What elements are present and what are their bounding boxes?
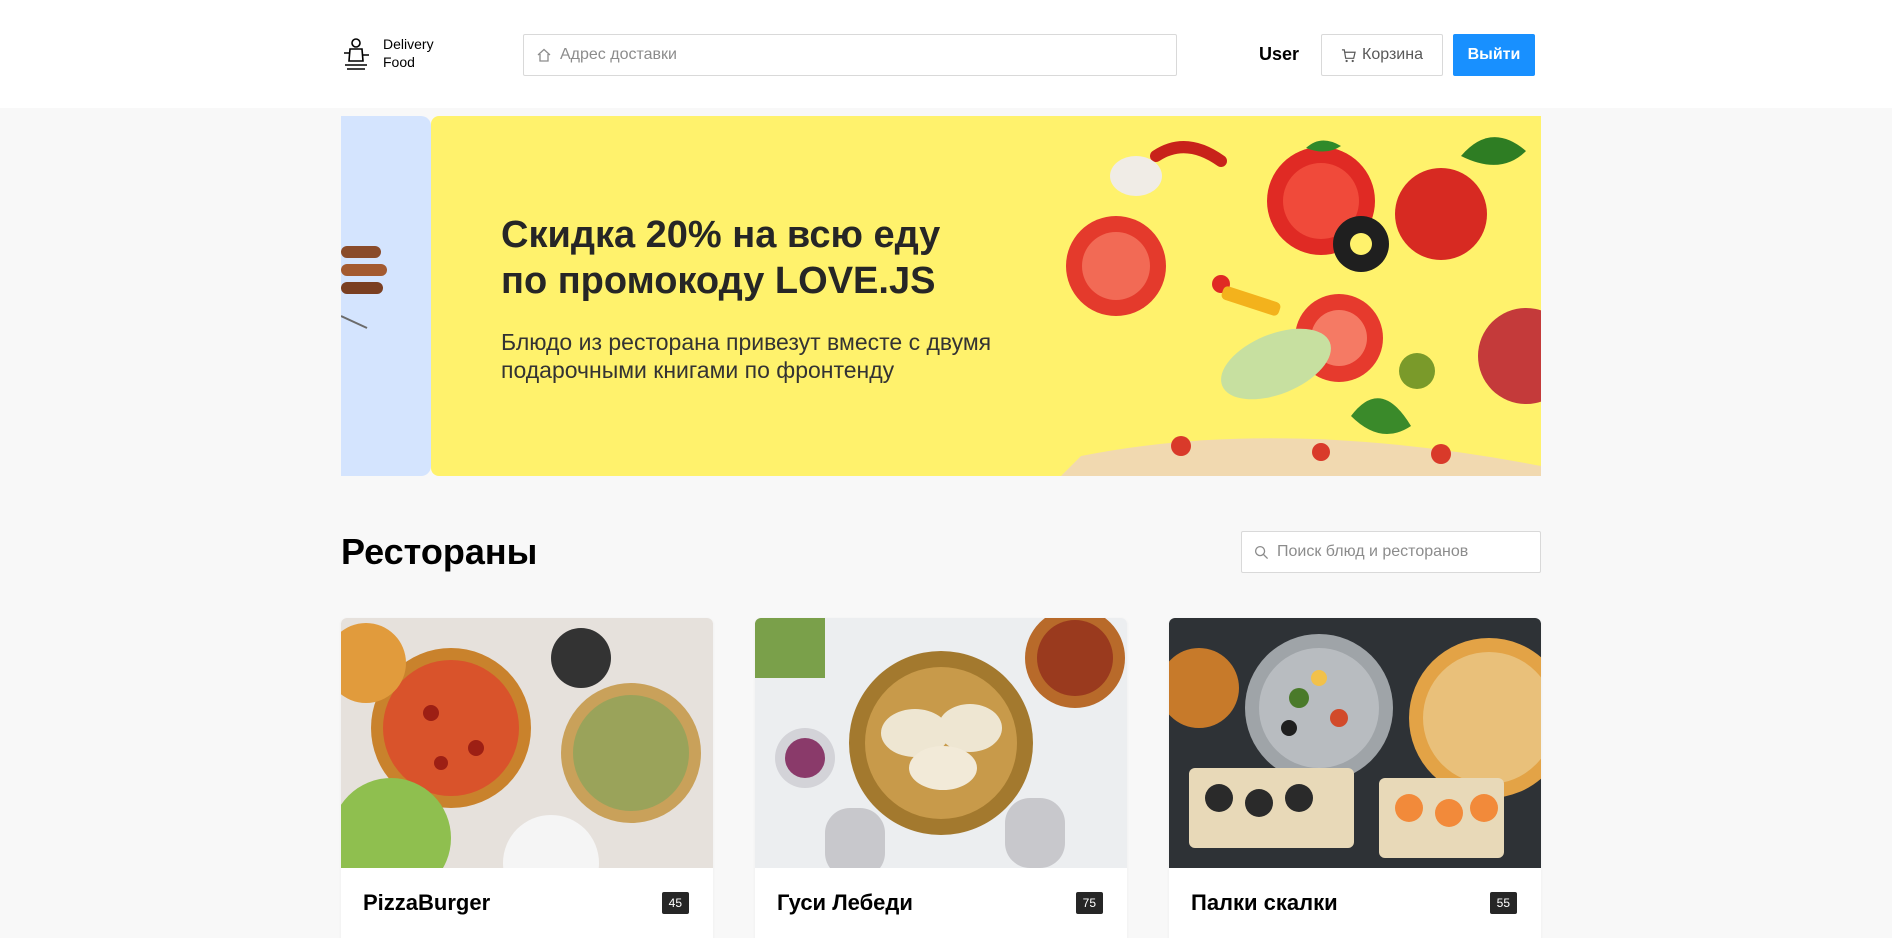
- restaurant-card[interactable]: Гуси Лебеди 75: [755, 618, 1127, 938]
- search-input[interactable]: Поиск блюд и ресторанов: [1241, 531, 1541, 573]
- section-title: Рестораны: [341, 531, 538, 572]
- search-placeholder: Поиск блюд и ресторанов: [1277, 543, 1469, 560]
- sushi-and-salad-image: [1169, 618, 1541, 868]
- delivery-time-badge: 55: [1489, 892, 1517, 914]
- search-icon: [1254, 545, 1269, 559]
- restaurant-card[interactable]: PizzaBurger 45: [341, 618, 713, 938]
- restaurants-section: Рестораны Поиск блюд и ресторанов PizzaB…: [341, 0, 1541, 938]
- delivery-time-badge: 75: [1075, 892, 1103, 914]
- pizza-image: [341, 618, 713, 868]
- restaurant-card[interactable]: Палки скалки 55: [1169, 618, 1541, 938]
- restaurant-name: PizzaBurger: [363, 890, 491, 915]
- delivery-time-badge: 45: [661, 892, 689, 914]
- dumplings-image: [755, 618, 1127, 868]
- restaurant-list: PizzaBurger 45 Гуси Лебеди 75 Палки скал…: [341, 618, 1541, 938]
- restaurant-name: Палки скалки: [1191, 890, 1338, 915]
- restaurant-name: Гуси Лебеди: [777, 890, 913, 915]
